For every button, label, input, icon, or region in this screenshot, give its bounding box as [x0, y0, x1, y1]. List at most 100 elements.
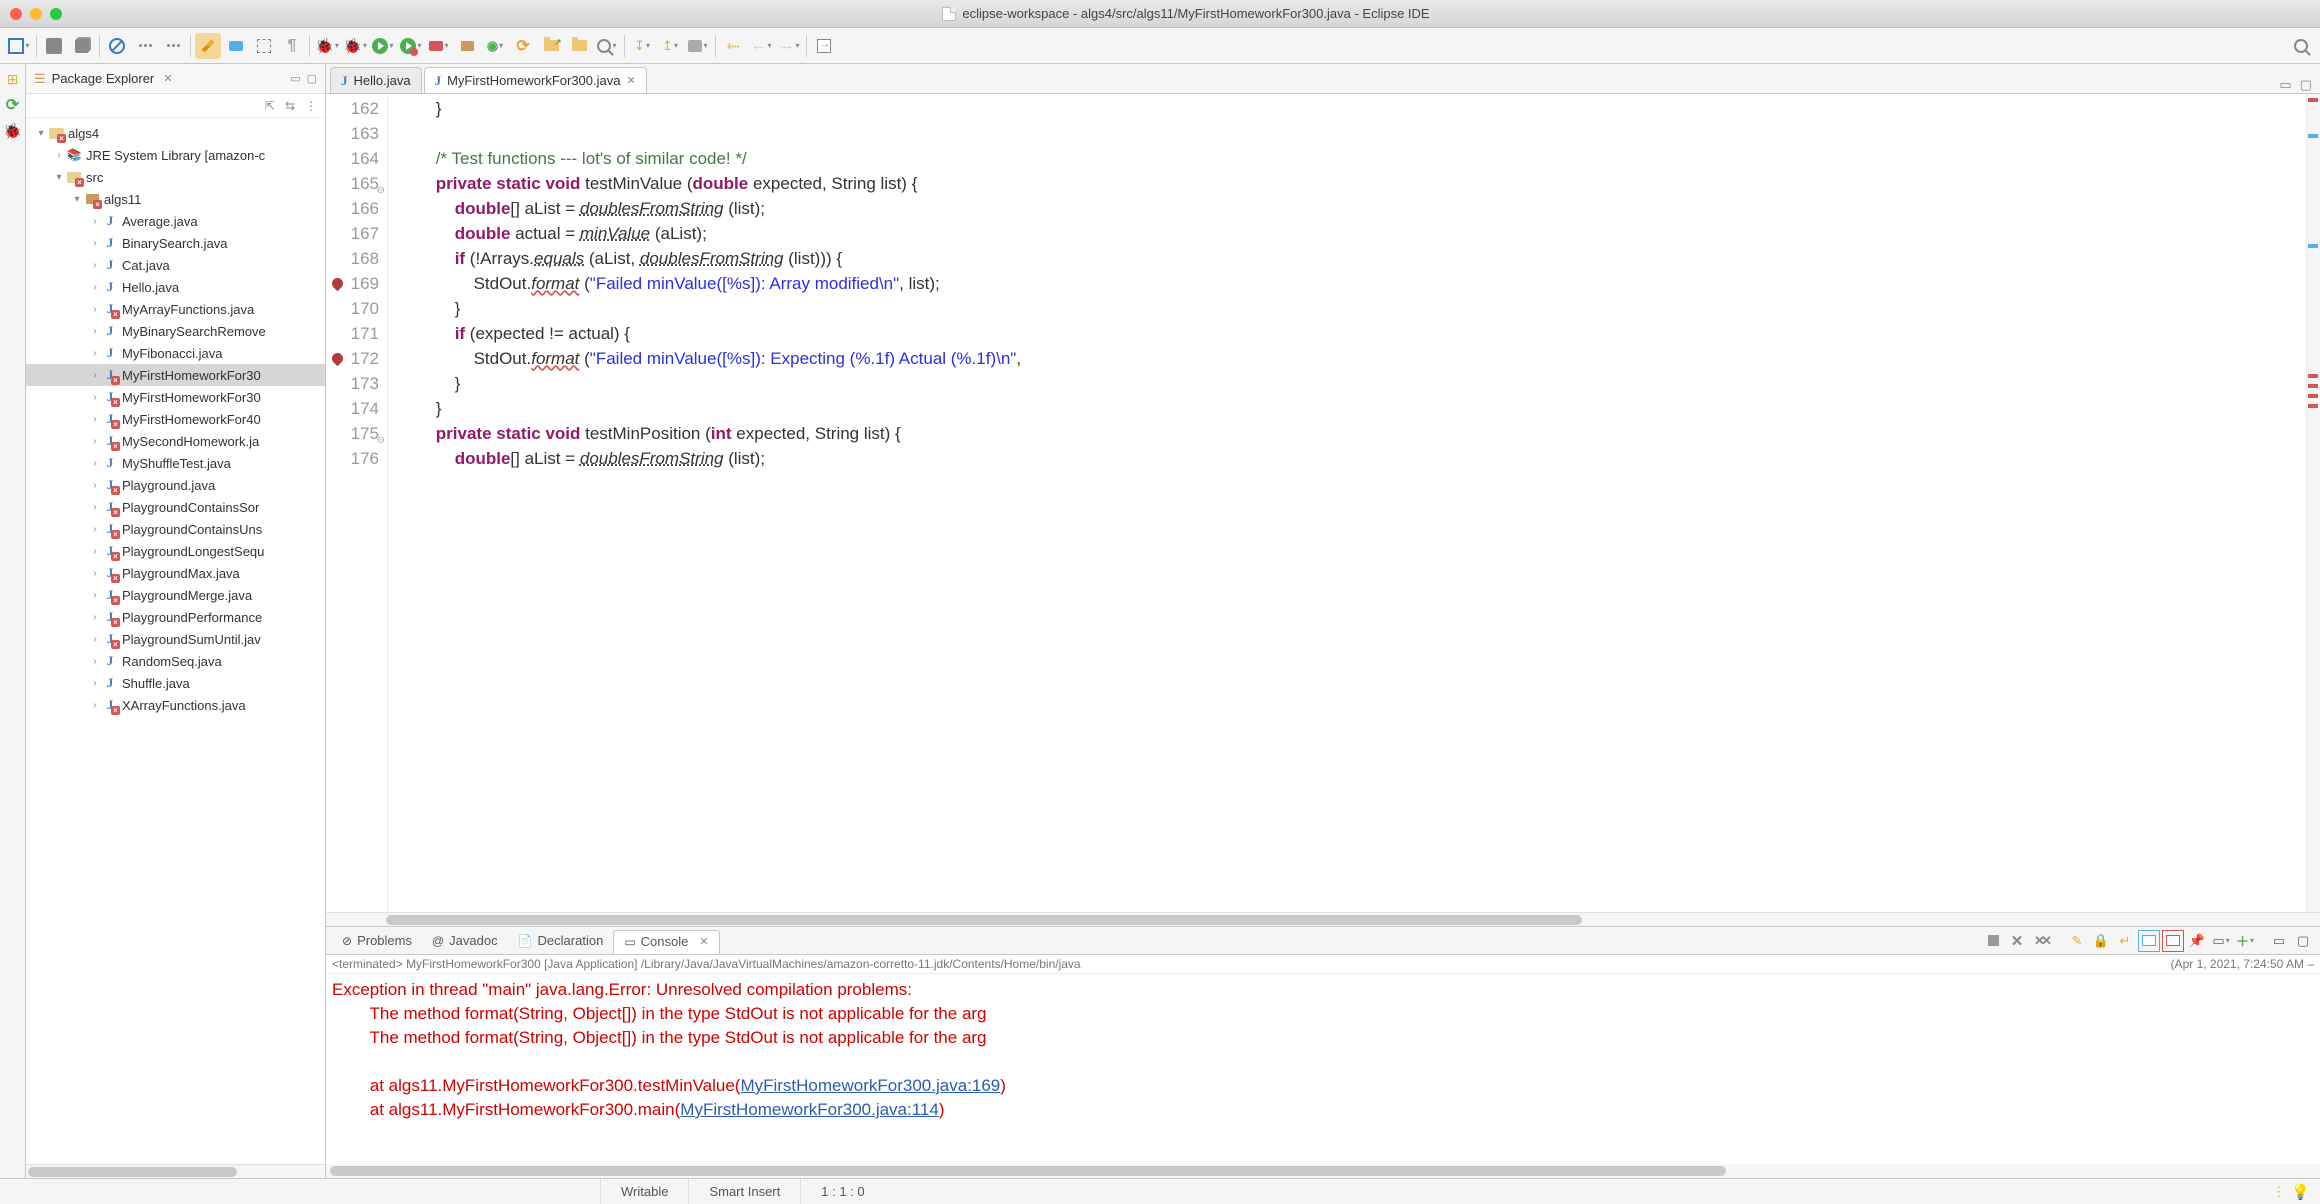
tree-row[interactable]: ▾algs11 — [26, 188, 325, 210]
tree-row[interactable]: ›JPlaygroundPerformance — [26, 606, 325, 628]
coverage-button[interactable] — [398, 33, 424, 59]
tree-row[interactable]: ›JXArrayFunctions.java — [26, 694, 325, 716]
overview-ruler[interactable] — [2306, 94, 2320, 912]
back-button[interactable]: ← — [748, 33, 774, 59]
tree-row[interactable]: ›JMyFirstHomeworkFor30 — [26, 364, 325, 386]
quick-access-button[interactable] — [2288, 33, 2314, 59]
collapse-all-icon[interactable]: ⇱ — [265, 99, 275, 113]
close-view-icon[interactable]: ✕ — [163, 72, 172, 85]
package-tree[interactable]: ▾algs4›JRE System Library [amazon-c▾src▾… — [26, 118, 325, 1164]
sync-button[interactable]: ⟳ — [510, 33, 536, 59]
word-wrap-button[interactable]: ↵ — [2114, 930, 2136, 952]
tree-row[interactable]: ›JPlaygroundMax.java — [26, 562, 325, 584]
tree-row[interactable]: ›JMyFirstHomeworkFor40 — [26, 408, 325, 430]
save-button[interactable] — [41, 33, 67, 59]
open-task-button[interactable] — [566, 33, 592, 59]
minimize-console-icon[interactable]: ▭ — [2268, 930, 2290, 952]
more-actions-button[interactable] — [132, 33, 158, 59]
tree-horizontal-scrollbar[interactable] — [26, 1164, 325, 1178]
maximize-console-icon[interactable]: ▢ — [2292, 930, 2314, 952]
tree-row[interactable]: ›JAverage.java — [26, 210, 325, 232]
show-whitespace-button[interactable]: ¶ — [279, 33, 305, 59]
open-perspective-button[interactable] — [811, 33, 837, 59]
toggle-block-selection-button[interactable] — [223, 33, 249, 59]
select-all-button[interactable] — [251, 33, 277, 59]
tree-row[interactable]: ›JPlaygroundSumUntil.jav — [26, 628, 325, 650]
tree-row[interactable]: ›JMyFirstHomeworkFor30 — [26, 386, 325, 408]
link-editor-icon[interactable]: ⇆ — [285, 99, 295, 113]
tree-row[interactable]: ›JShuffle.java — [26, 672, 325, 694]
tree-row[interactable]: ›JMyFibonacci.java — [26, 342, 325, 364]
tree-row[interactable]: ›JBinarySearch.java — [26, 232, 325, 254]
new-java-package-button[interactable] — [454, 33, 480, 59]
tree-row[interactable]: ›JPlaygroundContainsUns — [26, 518, 325, 540]
last-edit-button[interactable]: ⬸ — [720, 33, 746, 59]
show-console-stderr-button[interactable] — [2162, 930, 2184, 952]
pin-console-button[interactable]: 📌 — [2186, 930, 2208, 952]
tree-row[interactable]: ›JRE System Library [amazon-c — [26, 144, 325, 166]
console-output[interactable]: Exception in thread "main" java.lang.Err… — [326, 974, 2320, 1164]
editor-tab[interactable]: JHello.java — [330, 67, 422, 93]
debug-button[interactable]: 🐞 — [342, 33, 368, 59]
stack-trace-link[interactable]: MyFirstHomeworkFor300.java:169 — [740, 1076, 1000, 1095]
view-menu-icon[interactable]: ⋮ — [305, 99, 317, 113]
tree-row[interactable]: ›JCat.java — [26, 254, 325, 276]
tree-row[interactable]: ›JMyShuffleTest.java — [26, 452, 325, 474]
tree-row[interactable]: ›JHello.java — [26, 276, 325, 298]
remove-all-launches-button[interactable]: ✕✕ — [2030, 930, 2052, 952]
minimize-view-icon[interactable]: ▭ — [290, 72, 300, 85]
tree-row[interactable]: ▾algs4 — [26, 122, 325, 144]
show-console-stdout-button[interactable] — [2138, 930, 2160, 952]
console-horizontal-scrollbar[interactable] — [326, 1164, 2320, 1178]
minimize-window-button[interactable] — [30, 8, 42, 20]
new-button[interactable] — [6, 33, 32, 59]
skip-breakpoints-button[interactable] — [104, 33, 130, 59]
editor-tab[interactable]: JMyFirstHomeworkFor300.java✕ — [424, 67, 647, 93]
prev-annotation-button[interactable]: ↥ — [657, 33, 683, 59]
open-type-button[interactable] — [538, 33, 564, 59]
run-last-tool-button[interactable] — [426, 33, 452, 59]
bottom-tab[interactable]: @Javadoc — [422, 929, 508, 953]
code-editor[interactable]: } /* Test functions --- lot's of similar… — [388, 94, 2306, 912]
clear-console-button[interactable]: ✎ — [2066, 930, 2088, 952]
zoom-window-button[interactable] — [50, 8, 62, 20]
refresh-icon[interactable]: ⟳ — [4, 96, 22, 114]
save-all-button[interactable] — [69, 33, 95, 59]
bottom-tab[interactable]: 📄Declaration — [508, 929, 614, 953]
maximize-editor-icon[interactable]: ▢ — [2300, 77, 2312, 93]
minimize-editor-icon[interactable]: ▭ — [2279, 77, 2291, 93]
close-tab-icon[interactable]: ✕ — [699, 935, 708, 948]
scroll-lock-button[interactable]: 🔒 — [2090, 930, 2112, 952]
remove-launch-button[interactable]: ✕ — [2006, 930, 2028, 952]
forward-button[interactable]: → — [776, 33, 802, 59]
close-window-button[interactable] — [10, 8, 22, 20]
tree-row[interactable]: ▾src — [26, 166, 325, 188]
maximize-view-icon[interactable]: ▢ — [307, 72, 317, 85]
tip-bulb-icon[interactable]: 💡 — [2291, 1183, 2320, 1201]
next-annotation-button[interactable]: ↧ — [629, 33, 655, 59]
tree-row[interactable]: ›JPlaygroundLongestSequ — [26, 540, 325, 562]
more-actions2-button[interactable] — [160, 33, 186, 59]
tree-row[interactable]: ›JPlayground.java — [26, 474, 325, 496]
tree-row[interactable]: ›JRandomSeq.java — [26, 650, 325, 672]
wand-button[interactable] — [195, 33, 221, 59]
open-console-button[interactable]: ＋ — [2234, 930, 2256, 952]
editor-gutter[interactable]: 162163164165⊖166167168169170171172173174… — [326, 94, 388, 912]
tree-row[interactable]: ›JMyBinarySearchRemove — [26, 320, 325, 342]
close-tab-icon[interactable]: ✕ — [626, 74, 635, 87]
tree-row[interactable]: ›JMyArrayFunctions.java — [26, 298, 325, 320]
tree-row[interactable]: ›JPlaygroundMerge.java — [26, 584, 325, 606]
run-button[interactable] — [370, 33, 396, 59]
terminate-button[interactable] — [1982, 930, 2004, 952]
new-java-class-button[interactable]: ◉ — [482, 33, 508, 59]
tree-row[interactable]: ›JMySecondHomework.ja — [26, 430, 325, 452]
bug-icon[interactable]: 🐞 — [4, 122, 22, 140]
display-selected-console-button[interactable]: ▭ — [2210, 930, 2232, 952]
stack-trace-link[interactable]: MyFirstHomeworkFor300.java:114 — [680, 1100, 939, 1119]
structure-icon[interactable]: ⊞ — [4, 70, 22, 88]
bottom-tab[interactable]: ▭Console✕ — [613, 930, 719, 954]
editor-horizontal-scrollbar[interactable] — [326, 912, 2320, 926]
bottom-tab[interactable]: ⊘Problems — [332, 929, 422, 953]
print-button[interactable] — [685, 33, 711, 59]
debug-red-button[interactable]: 🐞 — [314, 33, 340, 59]
